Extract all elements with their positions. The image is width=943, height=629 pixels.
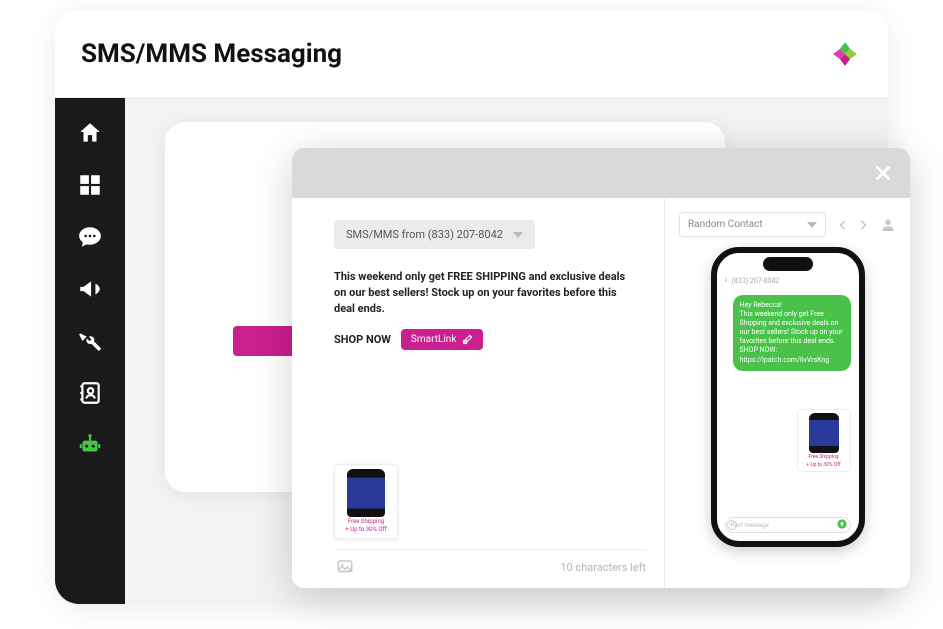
message-body-text[interactable]: This weekend only get FREE SHIPPING and … — [334, 269, 634, 317]
sidebar — [55, 98, 125, 604]
chat-icon[interactable] — [77, 224, 103, 250]
shop-now-label: SHOP NOW — [334, 333, 391, 346]
contact-label: Random Contact — [688, 219, 763, 230]
phone-notch — [763, 257, 813, 271]
app-header: SMS/MMS Messaging — [55, 10, 888, 98]
phone-conversation-header: ‹ (833) 207-8042 — [717, 275, 859, 286]
product-image — [809, 413, 839, 453]
phone-text-input: Text message — [725, 517, 851, 533]
edit-icon — [462, 334, 473, 345]
chevron-down-icon — [807, 222, 817, 228]
person-icon[interactable] — [880, 217, 896, 233]
sms-bubble: Hey Rebecca! This weekend only get Free … — [733, 295, 851, 371]
smartlink-label: SmartLink — [411, 334, 456, 345]
modal-body: SMS/MMS from (833) 207-8042 This weekend… — [292, 198, 910, 588]
contact-select[interactable]: Random Contact — [679, 212, 826, 237]
compose-footer: 10 characters left — [334, 549, 646, 576]
preview-pane: Random Contact ‹ (833) 207-8042 Hey Rebe… — [664, 198, 910, 588]
arrow-left-icon[interactable] — [836, 218, 850, 232]
megaphone-icon[interactable] — [77, 276, 103, 302]
brand-logo — [828, 37, 862, 71]
modal-header — [292, 148, 910, 198]
smartlink-button[interactable]: SmartLink — [401, 329, 483, 350]
from-number-select[interactable]: SMS/MMS from (833) 207-8042 — [334, 220, 535, 249]
attached-product[interactable]: Free Shipping + Up to 30% Off — [334, 464, 398, 539]
send-icon — [837, 519, 847, 529]
home-icon[interactable] — [77, 120, 103, 146]
product-caption-1: Free Shipping — [801, 455, 847, 461]
product-caption-1: Free Shipping — [339, 519, 393, 526]
product-caption-2: + Up to 30% Off — [801, 463, 847, 469]
bot-icon[interactable] — [77, 432, 103, 458]
chevron-left-icon: ‹ — [725, 275, 728, 286]
close-icon[interactable] — [872, 162, 894, 184]
product-caption-2: + Up to 30% Off — [339, 527, 393, 534]
arrow-right-icon[interactable] — [856, 218, 870, 232]
apps-icon[interactable] — [77, 172, 103, 198]
preview-toolbar: Random Contact — [679, 212, 896, 237]
phone-product-image: Free Shipping + Up to 30% Off — [797, 409, 851, 472]
from-number-label: SMS/MMS from (833) 207-8042 — [346, 228, 503, 241]
phone-number-label: (833) 207-8042 — [732, 277, 780, 285]
compose-modal: SMS/MMS from (833) 207-8042 This weekend… — [292, 148, 910, 588]
chevron-down-icon — [513, 232, 523, 238]
cta-row: SHOP NOW SmartLink — [334, 329, 646, 350]
image-icon[interactable] — [334, 558, 356, 576]
contacts-icon[interactable] — [77, 380, 103, 406]
characters-left: 10 characters left — [560, 561, 646, 574]
compose-pane: SMS/MMS from (833) 207-8042 This weekend… — [292, 198, 664, 588]
preview-nav — [836, 218, 870, 232]
tools-icon[interactable] — [77, 328, 103, 354]
phone-preview: ‹ (833) 207-8042 Hey Rebecca! This weeke… — [711, 247, 865, 547]
page-title: SMS/MMS Messaging — [81, 39, 342, 69]
product-image — [347, 469, 385, 517]
phone-input-placeholder: Text message — [732, 522, 769, 529]
